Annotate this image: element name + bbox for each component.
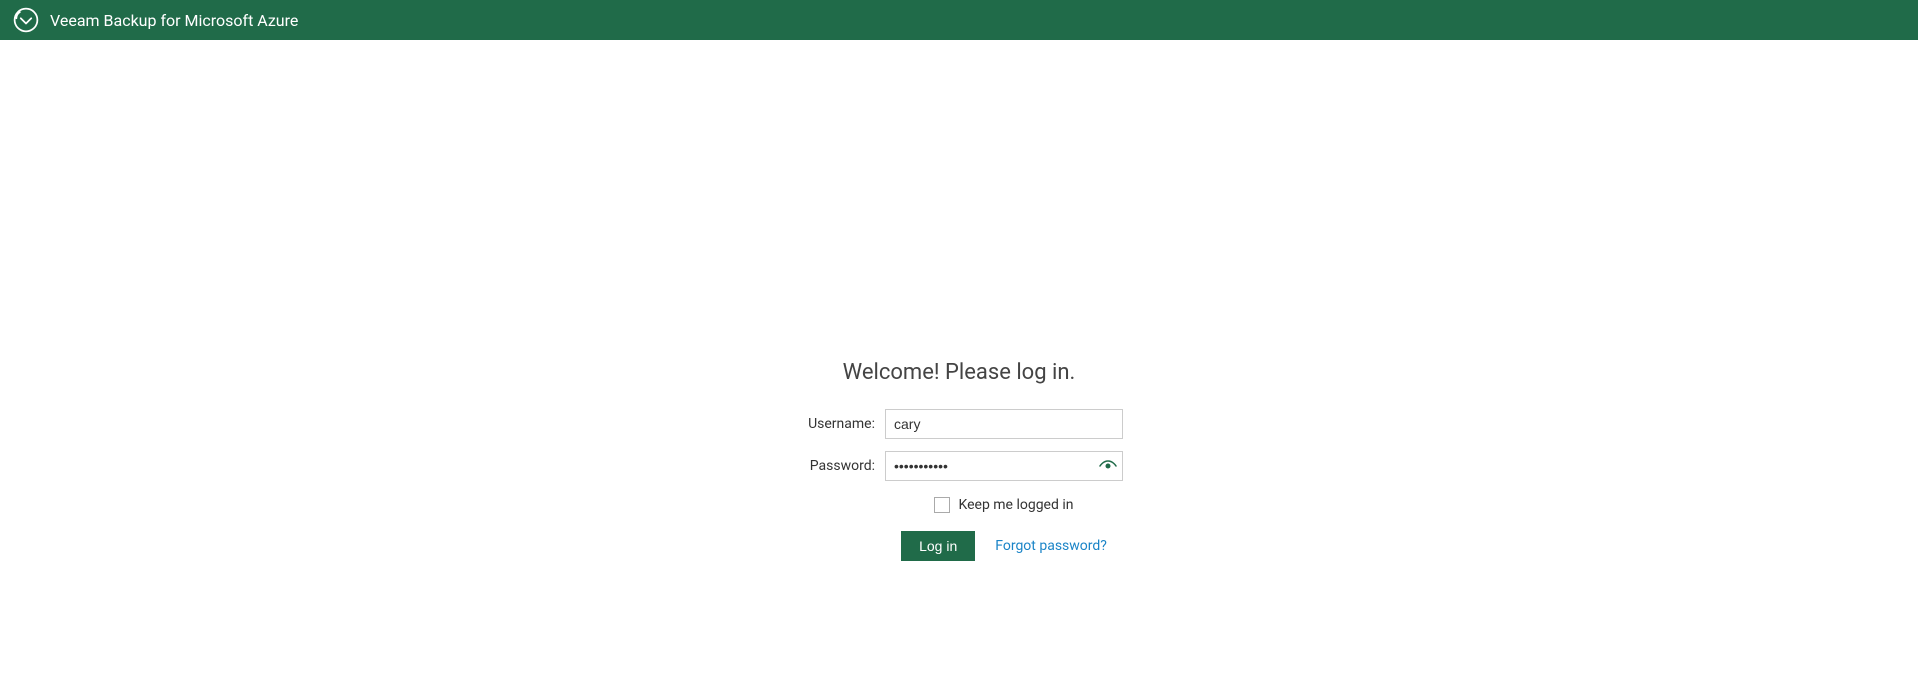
veeam-logo-icon: [12, 6, 40, 34]
password-label: Password:: [795, 458, 875, 474]
app-title: Veeam Backup for Microsoft Azure: [50, 11, 298, 30]
welcome-heading: Welcome! Please log in.: [843, 360, 1076, 385]
app-header: Veeam Backup for Microsoft Azure: [0, 0, 1918, 40]
login-form: Welcome! Please log in. Username: Passwo…: [0, 360, 1918, 561]
password-input-wrapper: [885, 451, 1123, 481]
username-input[interactable]: [885, 409, 1123, 439]
username-row: Username:: [795, 409, 1123, 439]
password-input[interactable]: [885, 451, 1123, 481]
button-row: Log in Forgot password?: [901, 531, 1107, 561]
forgot-password-link[interactable]: Forgot password?: [995, 538, 1107, 554]
username-label: Username:: [795, 416, 875, 432]
show-password-icon[interactable]: [1099, 459, 1117, 473]
keep-logged-in-label: Keep me logged in: [958, 497, 1073, 513]
password-row: Password:: [795, 451, 1123, 481]
keep-logged-in-checkbox[interactable]: [934, 497, 950, 513]
login-button[interactable]: Log in: [901, 531, 975, 561]
keep-logged-in-row: Keep me logged in: [934, 497, 1073, 513]
username-input-wrapper: [885, 409, 1123, 439]
